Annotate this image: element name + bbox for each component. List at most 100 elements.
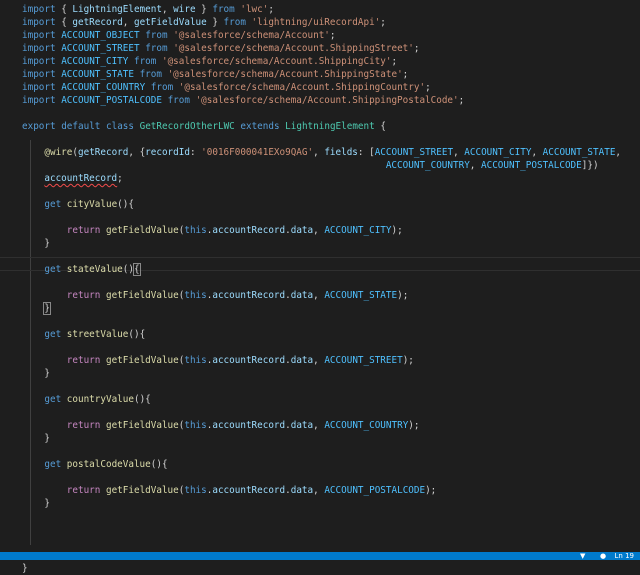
code-token: ACCOUNT_POSTALCODE — [324, 485, 426, 496]
code-line[interactable]: get cityValue(){ — [22, 198, 134, 211]
code-token: data — [290, 290, 314, 301]
code-token: @wire — [44, 147, 73, 158]
code-token: { — [55, 4, 73, 15]
code-token: } — [43, 302, 51, 315]
code-line[interactable]: return getFieldValue(this.accountRecord.… — [22, 354, 414, 367]
status-text[interactable]: Ln 19 — [615, 552, 634, 560]
code-line[interactable]: } — [22, 562, 28, 575]
code-token: export — [22, 121, 56, 132]
code-token: 'lwc' — [240, 4, 269, 15]
code-token: ACCOUNT_CITY — [324, 225, 392, 236]
code-line[interactable]: export default class GetRecordOtherLWC e… — [22, 120, 386, 133]
code-line[interactable]: return getFieldValue(this.accountRecord.… — [22, 419, 420, 432]
code-line[interactable]: } — [22, 432, 50, 445]
code-token: accountRecord — [212, 355, 286, 366]
code-token: from — [145, 30, 168, 41]
code-token: wire — [173, 4, 196, 15]
code-line[interactable]: import { LightningElement, wire } from '… — [22, 3, 274, 16]
code-token: ACCOUNT_STREET — [324, 355, 403, 366]
code-token: , — [313, 420, 325, 431]
code-token: ; — [413, 43, 420, 54]
code-token: ; — [458, 95, 465, 106]
code-token: } — [206, 17, 224, 28]
code-token: fields — [324, 147, 358, 158]
code-line[interactable]: accountRecord; — [22, 172, 122, 185]
code-token: ACCOUNT_OBJECT — [61, 30, 140, 41]
notification-icon[interactable]: ▼ — [580, 553, 588, 560]
code-line[interactable]: } — [22, 367, 50, 380]
code-line[interactable]: get countryValue(){ — [22, 393, 151, 406]
code-line[interactable]: get stateValue(){ — [22, 263, 141, 276]
code-line[interactable]: import ACCOUNT_POSTALCODE from '@salesfo… — [22, 94, 464, 107]
code-line[interactable]: import { getRecord, getFieldValue } from… — [22, 16, 386, 29]
code-token: ; — [425, 82, 431, 93]
code-token: getFieldValue — [105, 485, 179, 496]
code-token: : — [189, 147, 202, 158]
code-token: ]}) — [581, 160, 599, 171]
code-token: , — [313, 147, 325, 158]
code-token: ACCOUNT_STREET — [61, 43, 140, 54]
code-token: this — [184, 420, 207, 431]
code-token: accountRecord — [212, 225, 286, 236]
code-token: } — [22, 368, 50, 379]
code-token: import — [22, 56, 56, 67]
code-token: from — [212, 4, 235, 15]
status-bar: ▼ ● Ln 19 — [0, 552, 640, 560]
code-token: , — [161, 4, 174, 15]
code-line[interactable]: import ACCOUNT_STATE from '@salesforce/s… — [22, 68, 408, 81]
code-token: this — [184, 485, 207, 496]
code-token: return — [66, 485, 101, 496]
code-token: getRecord — [78, 147, 129, 158]
code-line[interactable]: import ACCOUNT_STREET from '@salesforce/… — [22, 42, 419, 55]
code-editor[interactable]: import { LightningElement, wire } from '… — [0, 0, 640, 574]
code-line[interactable]: } — [22, 497, 50, 510]
code-token: return — [66, 225, 101, 236]
code-token: GetRecordOtherLWC — [139, 121, 235, 132]
bell-icon[interactable]: ● — [600, 553, 608, 560]
code-token: '@salesforce/schema/Account.ShippingCoun… — [178, 82, 426, 93]
code-token: getFieldValue — [105, 420, 179, 431]
code-token: ACCOUNT_COUNTRY — [385, 160, 470, 171]
code-token: , — [469, 160, 481, 171]
code-token: get — [44, 394, 62, 405]
code-line[interactable]: import ACCOUNT_CITY from '@salesforce/sc… — [22, 55, 397, 68]
code-token: import — [22, 30, 56, 41]
code-line[interactable]: @wire(getRecord, {recordId: '0016F000041… — [22, 146, 621, 159]
code-line[interactable]: return getFieldValue(this.accountRecord.… — [22, 289, 409, 302]
code-token: ); — [391, 225, 403, 236]
code-token: (){ — [133, 394, 151, 405]
code-line[interactable]: ACCOUNT_COUNTRY, ACCOUNT_POSTALCODE]}) — [22, 159, 599, 172]
code-token: ACCOUNT_STREET — [374, 147, 454, 158]
code-token: LightningElement — [72, 4, 162, 15]
code-token: ; — [329, 30, 336, 41]
code-token: { — [374, 121, 386, 132]
code-line[interactable]: return getFieldValue(this.accountRecord.… — [22, 484, 437, 497]
code-token: get — [44, 264, 62, 275]
code-token: , — [122, 17, 134, 28]
code-line[interactable]: import ACCOUNT_OBJECT from '@salesforce/… — [22, 29, 336, 42]
code-token: streetValue — [66, 329, 129, 340]
code-line[interactable]: import ACCOUNT_COUNTRY from '@salesforce… — [22, 81, 431, 94]
code-token: ); — [397, 290, 409, 301]
code-token: import — [22, 43, 56, 54]
code-line[interactable]: } — [22, 237, 50, 250]
code-token: '@salesforce/schema/Account.ShippingStre… — [173, 43, 414, 54]
code-token: () — [122, 264, 134, 275]
code-token: from — [167, 95, 190, 106]
code-token: , — [313, 225, 325, 236]
code-token: ; — [391, 56, 398, 67]
code-line[interactable]: return getFieldValue(this.accountRecord.… — [22, 224, 403, 237]
code-line[interactable]: get postalCodeValue(){ — [22, 458, 168, 471]
code-token: { — [133, 263, 141, 276]
code-line[interactable]: get streetValue(){ — [22, 328, 145, 341]
code-token: '@salesforce/schema/Account' — [173, 30, 330, 41]
code-token: (){ — [150, 459, 168, 470]
code-token: return — [66, 355, 101, 366]
code-line[interactable]: } — [22, 302, 51, 315]
code-token: get — [44, 459, 62, 470]
